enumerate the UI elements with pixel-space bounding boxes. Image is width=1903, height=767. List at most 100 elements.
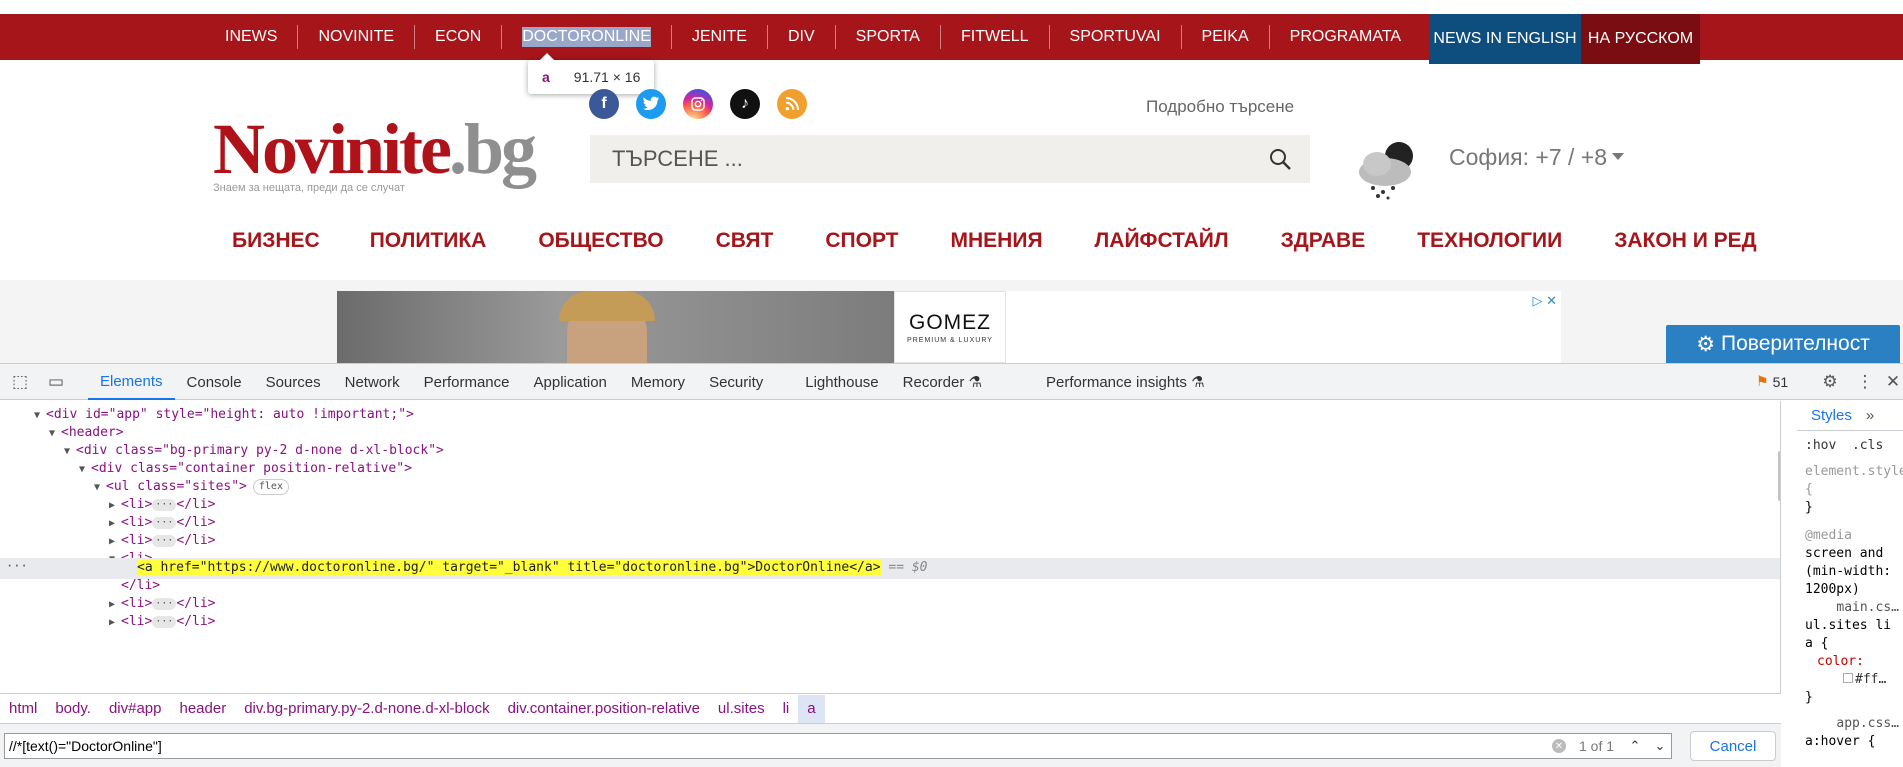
site-link-sportuvai[interactable]: SPORTUVAI — [1050, 28, 1181, 46]
dom-node-app[interactable]: ▼ <div id="app" style="height: auto !impo… — [34, 405, 414, 425]
crumb-li[interactable]: li — [774, 700, 799, 717]
tab-recorder[interactable]: Recorder ⚗ — [891, 364, 994, 400]
site-link-doctoronline[interactable]: DOCTORONLINE — [522, 27, 651, 47]
dom-node-li[interactable]: ▶ <li> ··· </li> — [109, 612, 216, 632]
dom-search-input[interactable] — [4, 733, 1672, 759]
dom-node-ul-sites[interactable]: ▼ <ul class="sites"> flex — [94, 477, 289, 497]
tab-performance[interactable]: Performance — [412, 364, 522, 400]
advanced-search-link[interactable]: Подробно търсене — [1146, 97, 1294, 117]
tab-security[interactable]: Security — [697, 364, 775, 400]
tab-console[interactable]: Console — [175, 364, 254, 400]
scrollbar-thumb[interactable] — [1778, 451, 1780, 501]
tab-sources[interactable]: Sources — [254, 364, 333, 400]
rss-icon[interactable] — [777, 89, 807, 119]
na-russkom-button[interactable]: НА РУССКОМ — [1581, 14, 1700, 64]
stylesheet-link[interactable]: main.cs… — [1797, 599, 1903, 617]
dom-node-li[interactable]: ▶ <li> ··· </li> — [109, 495, 216, 515]
device-toolbar-icon[interactable]: ▭ — [46, 372, 66, 392]
dom-node-li[interactable]: ▶ <li> ··· </li> — [109, 531, 216, 551]
site-link-inews[interactable]: INEWS — [205, 28, 297, 46]
instagram-icon[interactable] — [683, 89, 713, 119]
tab-performance-insights[interactable]: Performance insights ⚗ — [1034, 364, 1217, 400]
site-link-fitwell[interactable]: FITWELL — [941, 28, 1049, 46]
advertisement[interactable]: GOMEZ PREMIUM & LUXURY ▷ ✕ — [337, 291, 1561, 363]
site-link-econ[interactable]: ECON — [415, 28, 501, 46]
site-link-programata[interactable]: PROGRAMATA — [1270, 28, 1421, 46]
nav-lifestyle[interactable]: ЛАЙФСТАЙЛ — [1095, 229, 1229, 253]
crumb-a[interactable]: a — [798, 694, 825, 723]
dom-node-header[interactable]: ▼ <header> — [49, 423, 124, 443]
inspect-element-icon[interactable]: ⬚ — [10, 372, 30, 392]
crumb-div-app[interactable]: div#app — [100, 700, 171, 717]
nav-sport[interactable]: СПОРТ — [825, 229, 898, 253]
tab-lighthouse[interactable]: Lighthouse — [793, 364, 890, 400]
ellipsis-icon[interactable]: ··· — [152, 534, 177, 547]
dom-node-container[interactable]: ▼ <div class="container position-relative… — [79, 459, 412, 479]
crumb-html[interactable]: html — [0, 700, 46, 717]
issues-counter[interactable]: ⚑ 51 — [1756, 373, 1788, 390]
site-link-peika[interactable]: PEIKA — [1182, 28, 1269, 46]
search-icon[interactable] — [1268, 147, 1292, 171]
site-link-jenite[interactable]: JENITE — [672, 28, 767, 46]
expanded-triangle-icon[interactable]: ▼ — [64, 442, 76, 462]
dom-node-anchor[interactable]: <a href="https://www.doctoronline.bg/" t… — [137, 558, 928, 578]
ad-choices-icon[interactable]: ▷ ✕ — [1532, 293, 1557, 309]
cancel-button[interactable]: Cancel — [1690, 731, 1776, 761]
more-options-icon[interactable]: ⋮ — [1855, 372, 1875, 392]
dom-node-bg-primary[interactable]: ▼ <div class="bg-primary py-2 d-none d-xl… — [64, 441, 444, 461]
ellipsis-icon[interactable]: ··· — [152, 516, 177, 529]
expanded-triangle-icon[interactable]: ▼ — [79, 460, 91, 480]
css-property[interactable]: color: — [1797, 653, 1903, 671]
tab-memory[interactable]: Memory — [619, 364, 697, 400]
stylesheet-link[interactable]: app.css… — [1797, 715, 1903, 733]
crumb-body[interactable]: body. — [46, 700, 100, 717]
nav-tehnologii[interactable]: ТЕХНОЛОГИИ — [1417, 229, 1562, 253]
crumb-div-bg-primary[interactable]: div.bg-primary.py-2.d-none.d-xl-block — [235, 700, 498, 717]
tab-elements[interactable]: Elements — [88, 364, 175, 400]
tiktok-icon[interactable]: ♪ — [730, 89, 760, 119]
nav-svyat[interactable]: СВЯТ — [716, 229, 774, 253]
more-options-icon[interactable]: ··· — [6, 559, 28, 573]
nav-obshtestvo[interactable]: ОБЩЕСТВО — [538, 229, 663, 253]
search-input[interactable] — [612, 146, 1232, 172]
weather-text[interactable]: София: +7 / +8 — [1449, 144, 1607, 171]
tab-application[interactable]: Application — [522, 364, 619, 400]
tab-network[interactable]: Network — [333, 364, 412, 400]
dom-node-li[interactable]: ▶ <li> ··· </li> — [109, 513, 216, 533]
element-style-rule[interactable]: element.style { — [1797, 463, 1903, 499]
nav-zdrave[interactable]: ЗДРАВЕ — [1281, 229, 1366, 253]
twitter-icon[interactable] — [636, 89, 666, 119]
collapsed-triangle-icon[interactable]: ▶ — [109, 613, 121, 633]
chevron-down-icon[interactable] — [1612, 153, 1624, 160]
site-logo[interactable]: Novinite.bg Знаем за нещата, преди да се… — [213, 113, 537, 198]
nav-zakon-i-red[interactable]: ЗАКОН И РЕД — [1614, 229, 1756, 253]
crumb-ul-sites[interactable]: ul.sites — [709, 700, 774, 717]
more-tabs-icon[interactable]: » — [1866, 407, 1874, 424]
tab-styles[interactable]: Styles — [1811, 407, 1852, 424]
clear-icon[interactable]: ✕ — [1552, 739, 1566, 753]
flex-badge[interactable]: flex — [252, 478, 289, 495]
expanded-triangle-icon[interactable]: ▼ — [49, 424, 61, 444]
dom-node-li[interactable]: ▶ <li> ··· </li> — [109, 594, 216, 614]
site-link-sporta[interactable]: SPORTA — [836, 28, 940, 46]
site-link-novinite[interactable]: NOVINITE — [298, 28, 414, 46]
crumb-header[interactable]: header — [170, 700, 235, 717]
expanded-triangle-icon[interactable]: ▼ — [94, 478, 106, 498]
chevron-up-icon[interactable]: ⌃ — [1625, 735, 1645, 757]
ellipsis-icon[interactable]: ··· — [152, 597, 177, 610]
nav-politika[interactable]: ПОЛИТИКА — [370, 229, 487, 253]
ellipsis-icon[interactable]: ··· — [152, 498, 177, 511]
site-link-div[interactable]: DIV — [768, 28, 835, 46]
chevron-down-icon[interactable]: ⌄ — [1650, 735, 1670, 757]
ellipsis-icon[interactable]: ··· — [152, 615, 177, 628]
hov-toggle[interactable]: :hov — [1805, 438, 1836, 453]
news-in-english-button[interactable]: NEWS IN ENGLISH — [1429, 14, 1581, 64]
facebook-icon[interactable]: f — [589, 89, 619, 119]
nav-biznes[interactable]: БИЗНЕС — [232, 229, 320, 253]
privacy-button[interactable]: ⚙ Поверителност — [1666, 325, 1900, 363]
nav-mneniya[interactable]: МНЕНИЯ — [951, 229, 1043, 253]
cls-toggle[interactable]: .cls — [1852, 438, 1883, 453]
close-icon[interactable]: ✕ — [1883, 372, 1903, 392]
css-value[interactable]: #ff… — [1797, 671, 1903, 689]
settings-gear-icon[interactable]: ⚙ — [1820, 372, 1840, 392]
